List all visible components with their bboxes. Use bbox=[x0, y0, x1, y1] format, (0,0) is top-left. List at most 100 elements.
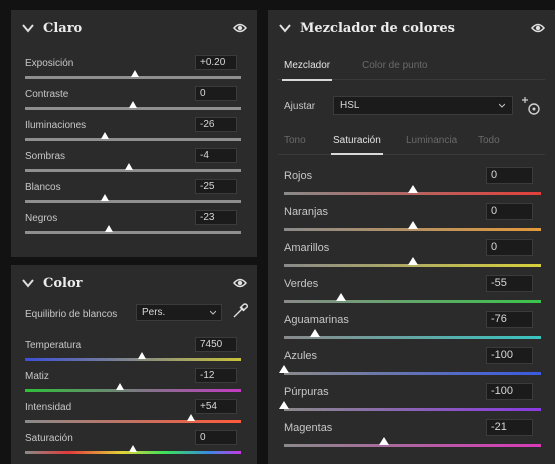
adjust-select[interactable]: HSL bbox=[333, 96, 513, 115]
slider-thumb[interactable] bbox=[279, 401, 289, 409]
tab-todo[interactable]: Todo bbox=[478, 135, 500, 146]
claro-header[interactable]: Claro bbox=[11, 10, 257, 46]
slider-thumb[interactable] bbox=[407, 221, 418, 229]
slider-value-field[interactable]: -25 bbox=[195, 179, 237, 194]
slider-track[interactable] bbox=[279, 401, 541, 411]
slider-label: Exposición bbox=[25, 58, 74, 69]
slider-track[interactable] bbox=[284, 257, 541, 267]
slider-track[interactable] bbox=[284, 293, 541, 303]
visibility-eye-icon[interactable] bbox=[233, 277, 247, 289]
slider-row: Temperatura 7450 bbox=[11, 337, 257, 367]
slider-label: Aguamarinas bbox=[284, 314, 349, 326]
slider-track[interactable] bbox=[25, 163, 241, 172]
slider-thumb[interactable] bbox=[116, 383, 125, 390]
slider-thumb[interactable] bbox=[335, 293, 346, 301]
slider-thumb[interactable] bbox=[279, 365, 289, 373]
slider-value-field[interactable]: -12 bbox=[195, 368, 237, 383]
slider-value-field[interactable]: -4 bbox=[195, 148, 237, 163]
slider-value-field[interactable]: -55 bbox=[486, 275, 533, 292]
mixer-mode-tabs: Mezclador Color de punto bbox=[278, 52, 545, 81]
tab-saturacion[interactable]: Saturación bbox=[331, 135, 383, 155]
visibility-eye-icon[interactable] bbox=[233, 22, 247, 34]
slider-row: Rojos 0 bbox=[268, 165, 555, 201]
slider-value-field[interactable]: -21 bbox=[486, 419, 533, 436]
slider-value-field[interactable]: -100 bbox=[486, 383, 533, 400]
slider-value-field[interactable]: 0 bbox=[486, 203, 533, 220]
slider-value-field[interactable]: 0 bbox=[486, 239, 533, 256]
slider-value-field[interactable]: +54 bbox=[195, 399, 237, 414]
chevron-down-icon bbox=[499, 103, 505, 108]
slider-row: Saturación 0 bbox=[11, 430, 257, 460]
slider-track[interactable] bbox=[25, 225, 241, 234]
slider-thumb[interactable] bbox=[129, 445, 137, 452]
slider-track[interactable] bbox=[25, 352, 241, 361]
slider-thumb[interactable] bbox=[129, 101, 137, 108]
slider-row: Magentas -21 bbox=[268, 417, 555, 453]
tab-color-de-punto[interactable]: Color de punto bbox=[362, 60, 428, 71]
slider-label: Matiz bbox=[25, 371, 49, 382]
tab-mezclador[interactable]: Mezclador bbox=[281, 60, 333, 81]
slider-label: Púrpuras bbox=[284, 386, 329, 398]
slider-thumb[interactable] bbox=[407, 257, 418, 265]
slider-thumb[interactable] bbox=[105, 225, 114, 232]
slider-label: Magentas bbox=[284, 422, 333, 434]
slider-row: Naranjas 0 bbox=[268, 201, 555, 237]
slider-row: Iluminaciones -26 bbox=[11, 117, 257, 147]
targeted-adjustment-icon[interactable] bbox=[520, 95, 542, 117]
slider-thumb[interactable] bbox=[309, 329, 320, 337]
slider-track[interactable] bbox=[284, 221, 541, 231]
slider-thumb[interactable] bbox=[131, 70, 140, 77]
panel-title: Claro bbox=[43, 20, 83, 36]
eyedropper-icon[interactable] bbox=[231, 302, 249, 320]
slider-label: Negros bbox=[25, 213, 58, 224]
slider-label: Amarillos bbox=[284, 242, 330, 254]
panel-title: Mezclador de colores bbox=[300, 20, 455, 36]
slider-track[interactable] bbox=[284, 329, 541, 339]
chevron-down-icon[interactable] bbox=[21, 276, 35, 290]
slider-track[interactable] bbox=[25, 194, 241, 203]
slider-row: Negros -23 bbox=[11, 210, 257, 240]
slider-track[interactable] bbox=[25, 132, 241, 141]
slider-track[interactable] bbox=[279, 365, 541, 375]
slider-thumb[interactable] bbox=[187, 414, 196, 421]
slider-value-field[interactable]: -76 bbox=[486, 311, 533, 328]
tab-luminancia[interactable]: Luminancia bbox=[406, 135, 457, 146]
chevron-down-icon[interactable] bbox=[21, 21, 35, 35]
slider-row: Matiz -12 bbox=[11, 368, 257, 398]
visibility-eye-icon[interactable] bbox=[531, 22, 545, 34]
slider-thumb[interactable] bbox=[379, 437, 390, 445]
white-balance-select[interactable]: Pers. bbox=[136, 304, 222, 321]
adjust-value: HSL bbox=[340, 100, 360, 111]
color-mixer-panel: Mezclador de colores Mezclador Color de … bbox=[268, 10, 555, 464]
slider-thumb[interactable] bbox=[124, 163, 133, 170]
slider-track[interactable] bbox=[25, 445, 241, 454]
slider-row: Púrpuras -100 bbox=[268, 381, 555, 417]
slider-value-field[interactable]: -26 bbox=[195, 117, 237, 132]
slider-track[interactable] bbox=[25, 70, 241, 79]
claro-panel: Claro Exposición +0.20 Contraste 0 Iluminaci… bbox=[11, 10, 257, 257]
white-balance-label: Equilibrio de blancos bbox=[25, 309, 118, 320]
slider-value-field[interactable]: 7450 bbox=[195, 337, 237, 352]
slider-thumb[interactable] bbox=[137, 352, 146, 359]
slider-track[interactable] bbox=[25, 383, 241, 392]
chevron-down-icon[interactable] bbox=[278, 21, 292, 35]
color-header[interactable]: Color bbox=[11, 265, 257, 301]
slider-track[interactable] bbox=[284, 185, 541, 195]
slider-value-field[interactable]: +0.20 bbox=[195, 55, 237, 70]
mixer-header[interactable]: Mezclador de colores bbox=[268, 10, 555, 46]
slider-track[interactable] bbox=[25, 101, 241, 110]
slider-track[interactable] bbox=[25, 414, 241, 423]
slider-track[interactable] bbox=[284, 437, 541, 447]
slider-thumb[interactable] bbox=[407, 185, 418, 193]
tab-tono[interactable]: Tono bbox=[284, 135, 306, 146]
slider-value-field[interactable]: 0 bbox=[486, 167, 533, 184]
slider-value-field[interactable]: -23 bbox=[195, 210, 237, 225]
slider-value-field[interactable]: 0 bbox=[195, 86, 237, 101]
slider-value-field[interactable]: -100 bbox=[486, 347, 533, 364]
slider-thumb[interactable] bbox=[100, 132, 109, 139]
color-panel: Color Equilibrio de blancos Pers. Temper… bbox=[11, 265, 257, 464]
slider-label: Contraste bbox=[25, 89, 69, 100]
slider-thumb[interactable] bbox=[100, 194, 109, 201]
slider-value-field[interactable]: 0 bbox=[195, 430, 237, 445]
hsl-tabs: Tono Saturación Luminancia Todo bbox=[278, 130, 545, 155]
